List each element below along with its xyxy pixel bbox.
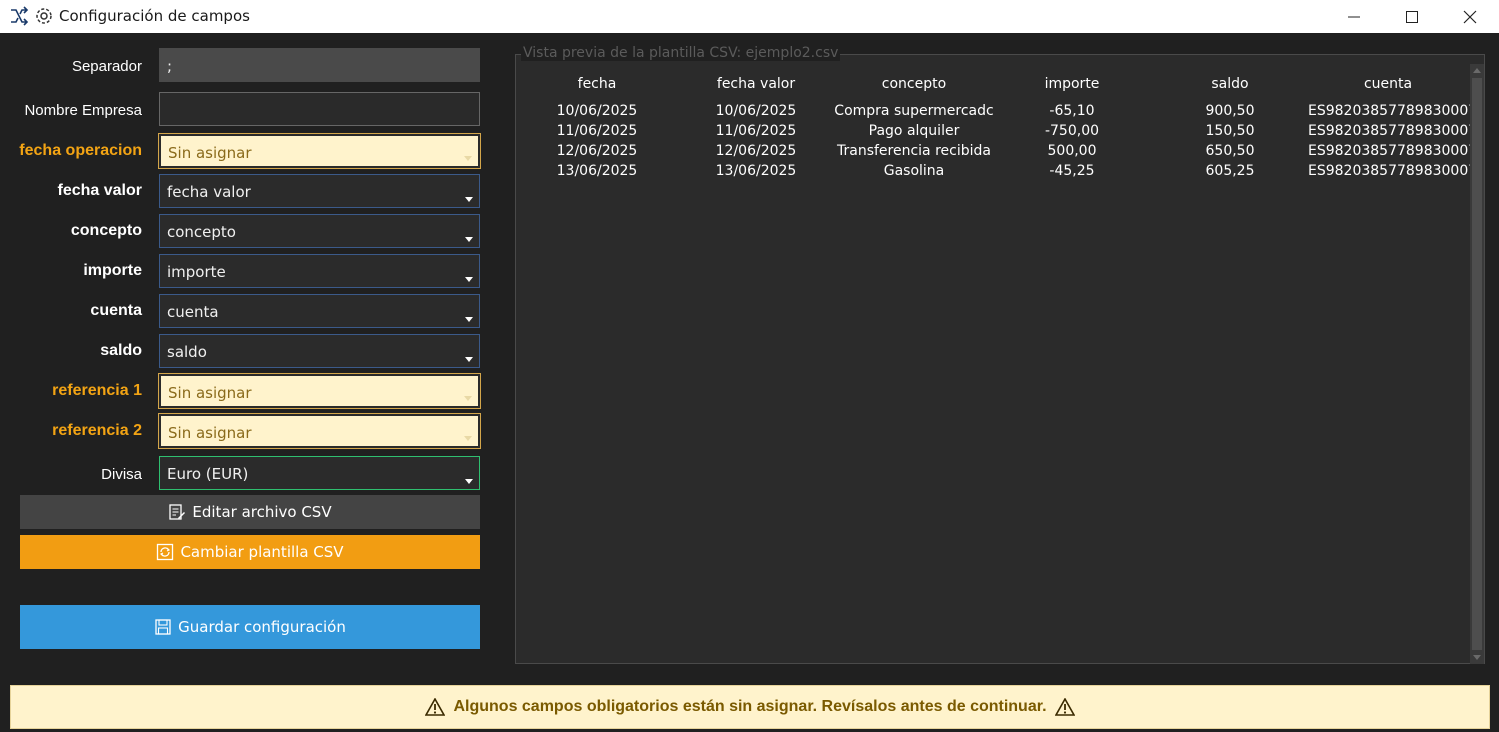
- field-label: concepto: [70, 222, 142, 239]
- table-cell: Compra supermercadc: [834, 103, 994, 119]
- table-cell: Gasolina: [883, 163, 945, 179]
- maximize-button[interactable]: [1383, 0, 1441, 33]
- nombre-empresa-label: Nombre Empresa: [24, 102, 142, 119]
- field-combo-referencia-2[interactable]: Sin asignar: [158, 413, 481, 449]
- field-combo-fecha-valor[interactable]: fecha valor: [159, 174, 480, 208]
- table-cell: 11/06/2025: [715, 123, 797, 139]
- combo-value: Sin asignar: [168, 384, 252, 402]
- field-label: referencia 2: [52, 422, 142, 439]
- maximize-icon: [1406, 11, 1418, 23]
- combo-value: fecha valor: [167, 183, 251, 201]
- column-header: fecha: [577, 76, 617, 92]
- table-cell: 11/06/2025: [556, 123, 638, 139]
- separador-input[interactable]: ;: [159, 48, 480, 82]
- field-combo-cuenta[interactable]: cuenta: [159, 294, 480, 328]
- title-bar: Configuración de campos: [0, 0, 1499, 33]
- combo-value: cuenta: [167, 303, 219, 321]
- chevron-down-icon: [465, 357, 473, 362]
- close-button[interactable]: [1441, 0, 1499, 33]
- field-label: fecha operacion: [19, 142, 142, 159]
- scroll-down-icon[interactable]: [1473, 655, 1481, 660]
- table-cell: ES98203857789830007: [1308, 103, 1478, 119]
- save-config-label: Guardar configuración: [178, 618, 346, 636]
- column-header: cuenta: [1363, 76, 1413, 92]
- table-cell: 150,50: [1205, 123, 1255, 139]
- scrollbar-thumb[interactable]: [1472, 78, 1482, 650]
- field-combo-concepto[interactable]: concepto: [159, 214, 480, 248]
- table-cell: -45,25: [1049, 163, 1095, 179]
- change-template-label: Cambiar plantilla CSV: [180, 543, 344, 561]
- chevron-down-icon: [465, 277, 473, 282]
- combo-value: importe: [167, 263, 226, 281]
- table-cell: 13/06/2025: [556, 163, 638, 179]
- separador-label: Separador: [71, 58, 142, 75]
- table-cell: -750,00: [1044, 123, 1100, 139]
- combo-value: Sin asignar: [168, 424, 252, 442]
- chevron-down-icon: [464, 156, 472, 161]
- table-cell: 10/06/2025: [556, 103, 638, 119]
- chevron-down-icon: [465, 317, 473, 322]
- table-cell: 605,25: [1205, 163, 1255, 179]
- csv-preview-title: Vista previa de la plantilla CSV: ejempl…: [521, 45, 841, 61]
- warning-banner: Algunos campos obligatorios están sin as…: [10, 685, 1490, 729]
- change-template-button[interactable]: Cambiar plantilla CSV: [20, 535, 480, 569]
- scroll-up-icon[interactable]: [1473, 68, 1481, 73]
- chevron-down-icon: [464, 396, 472, 401]
- table-cell: ES98203857789830007: [1308, 163, 1478, 179]
- edit-document-icon: [169, 504, 186, 520]
- minimize-icon: [1348, 16, 1360, 18]
- divisa-label: Divisa: [101, 466, 142, 483]
- nombre-empresa-input[interactable]: [159, 92, 480, 126]
- refresh-icon: [157, 543, 174, 561]
- column-header: saldo: [1211, 76, 1249, 92]
- table-cell: -65,10: [1049, 103, 1095, 119]
- table-cell: 900,50: [1205, 103, 1255, 119]
- warning-icon: [425, 698, 446, 716]
- save-icon: [155, 619, 171, 635]
- field-label: importe: [83, 262, 142, 279]
- table-cell: ES98203857789830007: [1308, 143, 1478, 159]
- field-combo-importe[interactable]: importe: [159, 254, 480, 288]
- table-cell: 650,50: [1205, 143, 1255, 159]
- edit-csv-button[interactable]: Editar archivo CSV: [20, 495, 480, 529]
- field-label: cuenta: [90, 302, 142, 319]
- window-title: Configuración de campos: [59, 7, 250, 25]
- table-cell: 12/06/2025: [715, 143, 797, 159]
- field-label: referencia 1: [52, 382, 142, 399]
- minimize-button[interactable]: [1325, 0, 1383, 33]
- gear-icon: [34, 6, 54, 26]
- column-header: importe: [1044, 76, 1100, 92]
- table-cell: 500,00: [1047, 143, 1097, 159]
- table-cell: ES98203857789830007: [1308, 123, 1478, 139]
- combo-value: saldo: [167, 343, 207, 361]
- close-icon: [1463, 10, 1477, 24]
- warning-text: Algunos campos obligatorios están sin as…: [453, 698, 1047, 715]
- chevron-down-icon: [464, 436, 472, 441]
- field-label: fecha valor: [57, 182, 142, 199]
- edit-csv-label: Editar archivo CSV: [192, 503, 332, 521]
- field-label: saldo: [100, 342, 142, 359]
- table-cell: 13/06/2025: [715, 163, 797, 179]
- field-combo-referencia-1[interactable]: Sin asignar: [158, 373, 481, 409]
- shuffle-icon: [9, 6, 29, 26]
- table-cell: Pago alquiler: [868, 123, 960, 139]
- chevron-down-icon: [465, 479, 473, 484]
- column-header: concepto: [881, 76, 947, 92]
- field-combo-saldo[interactable]: saldo: [159, 334, 480, 368]
- save-config-button[interactable]: Guardar configuración: [20, 605, 480, 649]
- table-cell: 10/06/2025: [715, 103, 797, 119]
- combo-value: Euro (EUR): [167, 465, 249, 483]
- warning-icon: [1054, 698, 1075, 716]
- field-combo-fecha-operacion[interactable]: Sin asignar: [158, 133, 481, 169]
- combo-value: Sin asignar: [168, 144, 252, 162]
- divisa-combo[interactable]: Euro (EUR): [159, 456, 480, 490]
- chevron-down-icon: [465, 197, 473, 202]
- table-cell: 12/06/2025: [556, 143, 638, 159]
- column-header: fecha valor: [716, 76, 796, 92]
- vertical-scrollbar[interactable]: [1470, 64, 1484, 664]
- combo-value: concepto: [167, 223, 236, 241]
- chevron-down-icon: [465, 237, 473, 242]
- table-cell: Transferencia recibida: [837, 143, 991, 159]
